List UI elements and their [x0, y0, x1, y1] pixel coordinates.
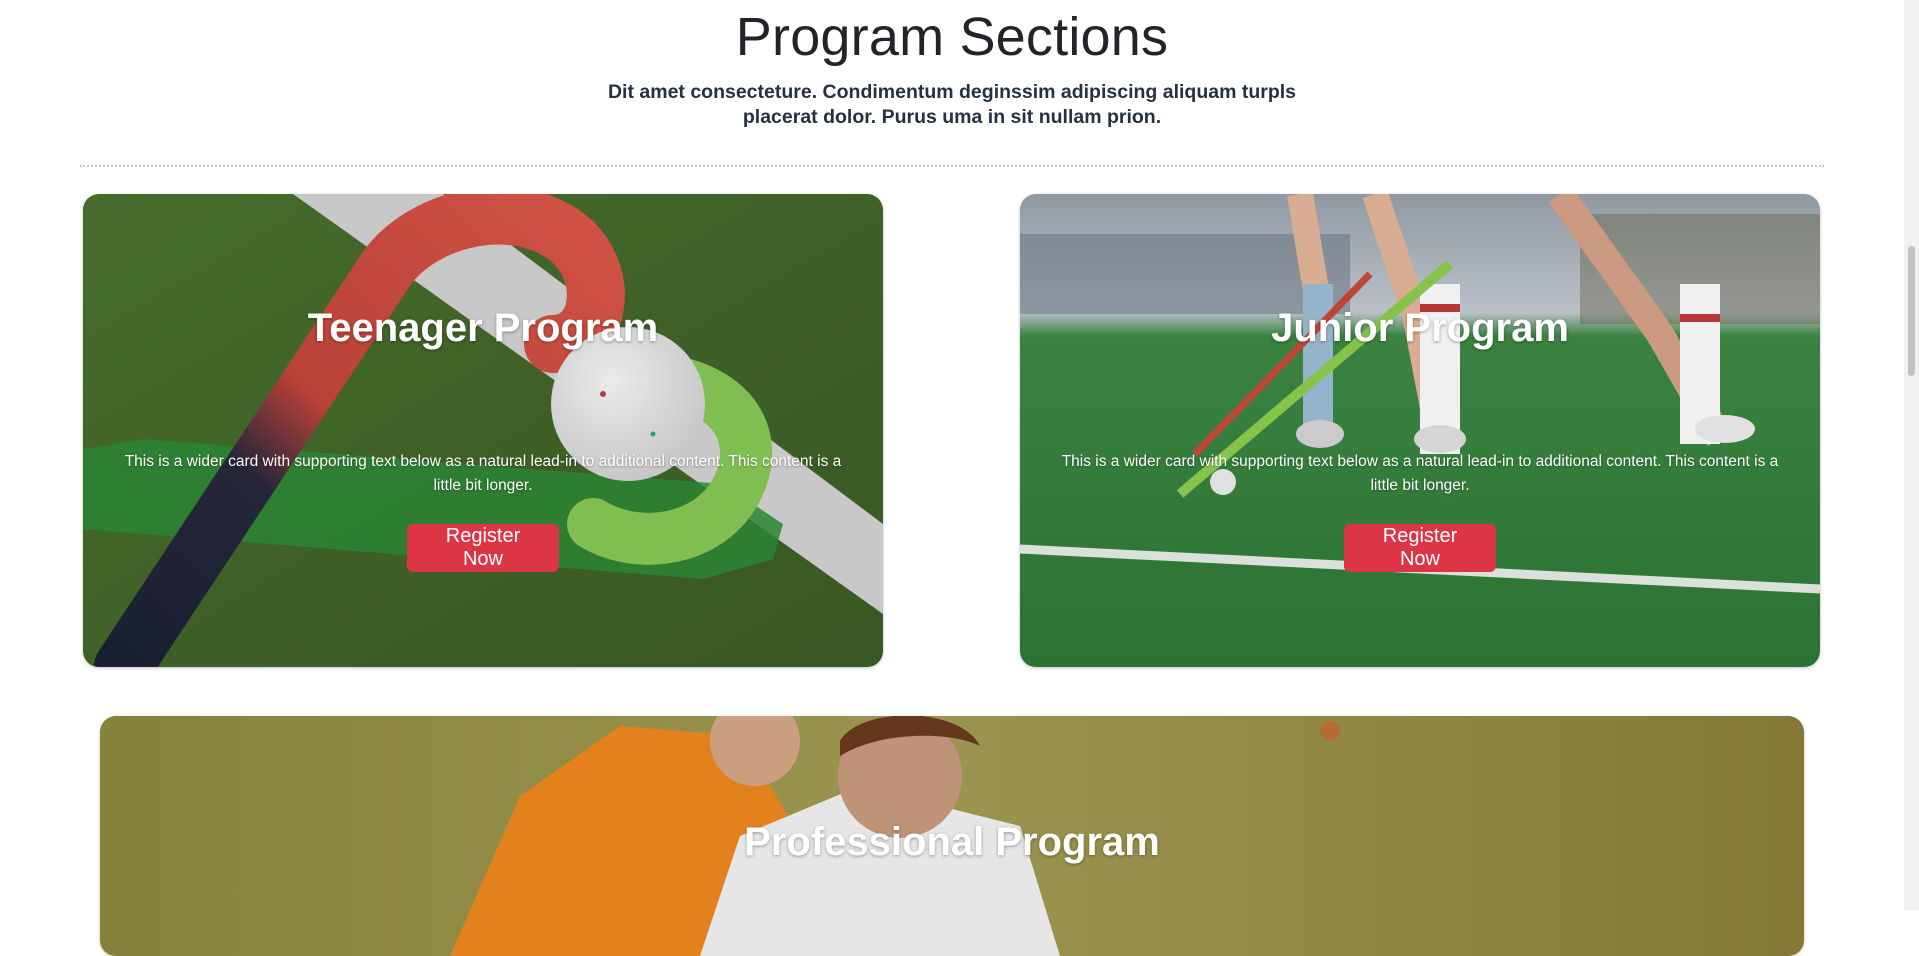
page: Program Sections Dit amet consecteture. …	[0, 0, 1900, 956]
card-title: Professional Program	[744, 820, 1160, 864]
card-text: This is a wider card with supporting tex…	[1061, 453, 1779, 494]
register-now-button[interactable]: Register Now	[407, 524, 559, 572]
vertical-scrollbar[interactable]	[1904, 0, 1919, 910]
hockey-stick-ball-image	[83, 194, 883, 667]
scrollbar-thumb[interactable]	[1908, 246, 1915, 376]
junior-program-card: Junior Program This is a wider card with…	[1020, 194, 1820, 667]
section-divider	[80, 165, 1824, 167]
register-now-button[interactable]: Register Now	[1344, 524, 1496, 572]
section-subtitle: Dit amet consecteture. Condimentum degin…	[607, 81, 1297, 128]
card-title: Teenager Program	[307, 306, 659, 350]
card-text: This is a wider card with supporting tex…	[124, 453, 842, 494]
hockey-players-feet-image	[1020, 194, 1820, 667]
professional-program-card: Professional Program	[100, 716, 1804, 956]
section-title: Program Sections	[735, 7, 1169, 67]
teenager-program-card: Teenager Program This is a wider card wi…	[83, 194, 883, 667]
card-title: Junior Program	[1271, 306, 1569, 350]
